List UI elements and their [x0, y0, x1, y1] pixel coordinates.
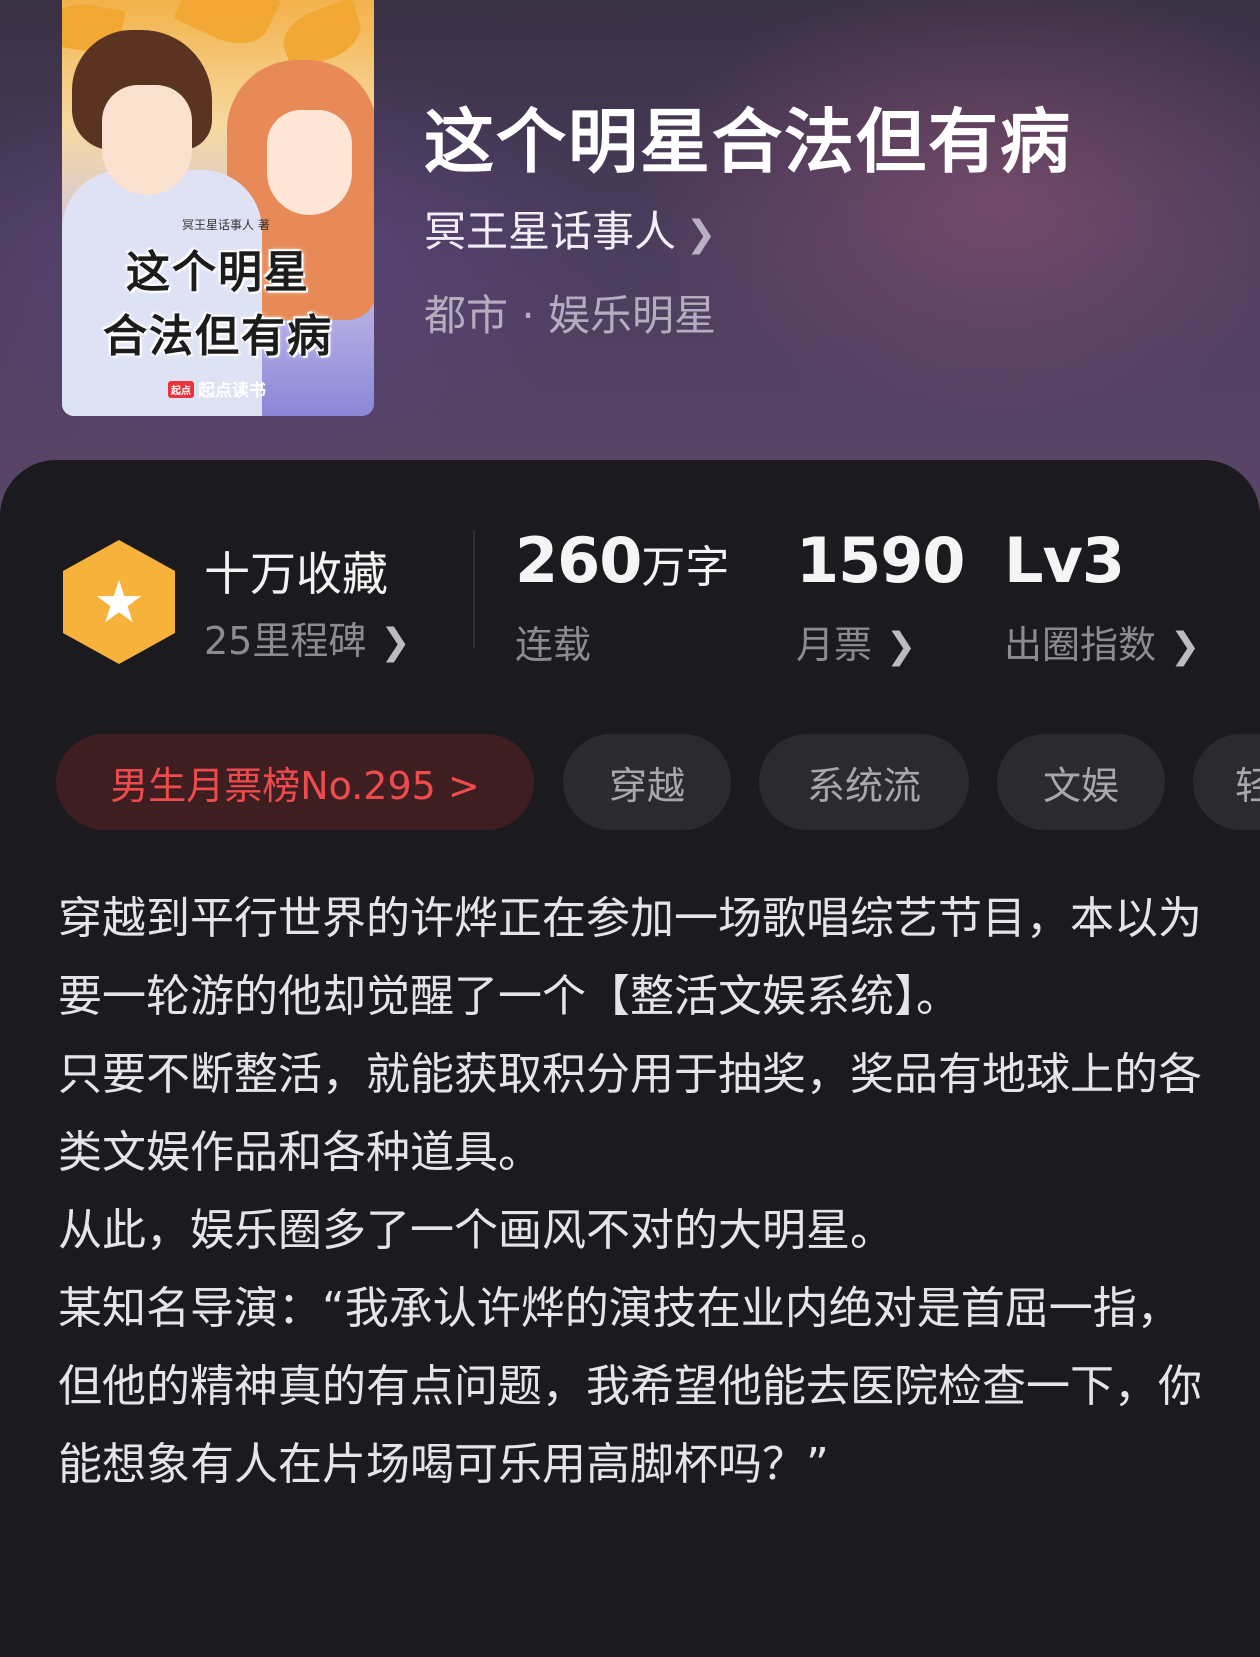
stats-divider [473, 530, 475, 648]
tag-chip[interactable]: 文娱 [997, 734, 1165, 830]
chevron-right-icon: ❯ [686, 214, 717, 255]
description-paragraph: 穿越到平行世界的许烨正在参加一场歌唱综艺节目，本以为要一轮游的他却觉醒了一个【整… [58, 893, 1202, 1022]
cover-author-tag: 冥王星话事人 著 [182, 218, 270, 232]
monthly-tickets-value: 1590 [796, 524, 966, 597]
influence-link[interactable]: 出圈指数 ❯ [1004, 614, 1200, 669]
author-name: 冥王星话事人 [424, 207, 677, 256]
description-paragraph: 某知名导演：“我承认许烨的演技在业内绝对是首屈一指，但他的精神真的有点问题，我希… [58, 1283, 1202, 1490]
influence-label: 出圈指数 [1004, 623, 1157, 667]
monthly-tickets: 1590 [796, 524, 966, 597]
tag-chip[interactable]: 穿越 [563, 734, 731, 830]
cover-brand: 起点 起点读书 [168, 376, 266, 401]
word-count-value: 260 [515, 524, 642, 597]
word-count: 260万字 [515, 524, 729, 597]
collection-milestone-link[interactable]: 25里程碑 ❯ [204, 610, 411, 665]
cover-title-line1: 这个明星 [126, 247, 310, 298]
rank-chip[interactable]: 男生月票榜No.295 > [56, 734, 534, 830]
word-count-unit: 万字 [641, 542, 730, 593]
book-detail-page: 冥王星话事人 著 这个明星 合法但有病 起点 起点读书 这个明星合法但有病 冥王星… [0, 0, 1260, 1657]
star-icon: ★ [93, 568, 145, 636]
book-description[interactable]: 穿越到平行世界的许烨正在参加一场歌唱综艺节目，本以为要一轮游的他却觉醒了一个【整… [58, 880, 1208, 1504]
book-title: 这个明星合法但有病 [424, 100, 1072, 183]
monthly-tickets-link[interactable]: 月票 ❯ [796, 614, 916, 669]
tag-chip[interactable]: 系统流 [759, 734, 969, 830]
author-link[interactable]: 冥王星话事人 ❯ [424, 198, 716, 259]
cover-title-line2: 合法但有病 [103, 311, 333, 362]
collection-title: 十万收藏 [204, 547, 388, 601]
description-paragraph: 只要不断整活，就能获取积分用于抽奖，奖品有地球上的各类文娱作品和各种道具。 [58, 1049, 1202, 1178]
monthly-tickets-label: 月票 [796, 623, 873, 667]
book-cover[interactable]: 冥王星话事人 著 这个明星 合法但有病 起点 起点读书 [62, 0, 374, 416]
collection-milestone-label: 25里程碑 [204, 619, 367, 663]
cover-brand-logo: 起点 [168, 381, 194, 398]
book-genre: 都市 · 娱乐明星 [424, 291, 717, 340]
chevron-right-icon: ❯ [380, 622, 411, 663]
chevron-right-icon: ❯ [1170, 626, 1201, 667]
cover-boy-face [102, 85, 192, 195]
cover-brand-text: 起点读书 [198, 381, 266, 401]
chevron-right-icon: ❯ [886, 626, 917, 667]
cover-girl-face [267, 110, 352, 215]
influence-level-value: Lv3 [1004, 524, 1125, 597]
influence-level: Lv3 [1004, 524, 1125, 597]
description-paragraph: 从此，娱乐圈多了一个画风不对的大明星。 [58, 1205, 894, 1256]
serial-status: 连载 [515, 623, 592, 667]
